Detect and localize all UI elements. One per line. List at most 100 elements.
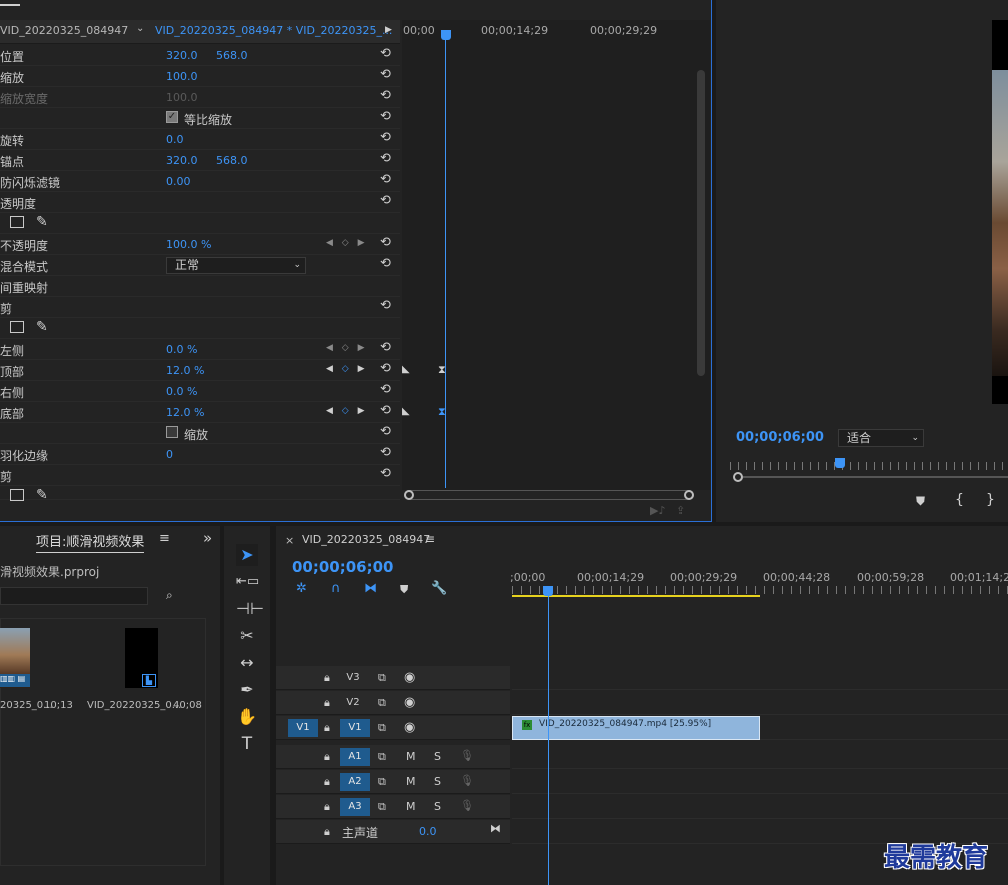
chevron-down-icon[interactable]: ⌄ (136, 23, 144, 34)
master-volume-value[interactable]: 0.0 (419, 825, 437, 838)
reset-icon[interactable]: ⟲ (380, 194, 394, 208)
mute-button[interactable]: M (406, 800, 416, 813)
track-target-v1[interactable]: V1 (340, 719, 370, 737)
track-target-a2[interactable]: A2 (340, 773, 370, 791)
source-clip-tab[interactable]: VID_20220325_084947.mp4 (0, 24, 128, 37)
linked-selection-icon[interactable]: ⧓ (364, 581, 377, 596)
sync-lock-icon[interactable]: ⧉ (378, 750, 386, 764)
pen-tool-icon[interactable]: ✒ (236, 679, 258, 701)
reset-icon[interactable]: ⟲ (380, 446, 394, 460)
track-select-tool-icon[interactable]: ⇤▭ (236, 571, 259, 593)
track-target-a3[interactable]: A3 (340, 798, 370, 816)
source-patch-v1[interactable]: V1 (288, 719, 318, 737)
reset-icon[interactable]: ⟲ (380, 257, 394, 271)
keyframe-marker[interactable]: ⧗ (438, 363, 446, 377)
play-triangle-icon[interactable]: ▶ (385, 25, 392, 35)
horizontal-zoom-scrollbar[interactable] (404, 490, 694, 500)
reset-icon[interactable]: ⟲ (380, 236, 394, 250)
sync-lock-icon[interactable]: ⧉ (378, 671, 386, 685)
play-audio-icon[interactable]: ▶♪ (650, 504, 665, 517)
snap-magnet-icon[interactable]: ∩ (331, 581, 341, 596)
reset-icon[interactable]: ⟲ (380, 383, 394, 397)
close-sequence-icon[interactable]: × (285, 534, 294, 547)
crop-zoom-checkbox[interactable] (166, 426, 178, 438)
reset-icon[interactable]: ⟲ (380, 152, 394, 166)
solo-button[interactable]: S (434, 800, 441, 813)
solo-button[interactable]: S (434, 775, 441, 788)
reset-icon[interactable]: ⟲ (380, 404, 394, 418)
reset-icon[interactable]: ⟲ (380, 173, 394, 187)
track-target-v3[interactable]: V3 (340, 669, 366, 687)
pen-mask-icon[interactable]: ✎ (36, 319, 48, 335)
marker-icon[interactable]: ⛊ (916, 494, 925, 509)
sync-lock-icon[interactable]: ⧉ (378, 800, 386, 814)
lock-icon[interactable]: 🔒︎ (324, 696, 330, 710)
microphone-icon[interactable]: 🎙︎ (460, 749, 474, 762)
anchor-y-value[interactable]: 568.0 (216, 154, 248, 167)
feather-value[interactable]: 0 (166, 448, 173, 461)
vertical-scrollbar[interactable] (697, 70, 705, 376)
type-tool-icon[interactable]: T (236, 733, 258, 755)
fit-dropdown[interactable]: 适合 ⌄ (838, 429, 924, 447)
track-lane-v3[interactable] (512, 666, 1008, 690)
export-icon[interactable]: ⇪ (676, 504, 685, 517)
timeline-ruler-ticks[interactable] (512, 586, 1008, 594)
reset-icon[interactable]: ⟲ (380, 68, 394, 82)
pen-mask-icon[interactable]: ✎ (36, 214, 48, 230)
track-lane-v2[interactable] (512, 691, 1008, 715)
selection-tool-icon[interactable]: ➤ (236, 544, 258, 566)
program-ruler[interactable] (730, 462, 1008, 470)
expand-icon[interactable]: » (203, 529, 212, 547)
slip-tool-icon[interactable]: ↔ (236, 652, 258, 674)
sequence-tab[interactable]: VID_20220325_084947 (302, 533, 430, 546)
blend-mode-dropdown[interactable]: 正常 ⌄ (166, 257, 306, 274)
lock-icon[interactable]: 🔒︎ (324, 775, 330, 789)
scale-value[interactable]: 100.0 (166, 70, 198, 83)
eye-icon[interactable]: ◉ (404, 720, 415, 735)
opacity-value[interactable]: 100.0 % (166, 238, 211, 251)
keyframe-nav[interactable]: ◀ ◇ ▶ (326, 238, 368, 248)
mute-button[interactable]: M (406, 775, 416, 788)
keyframe-marker[interactable]: ◣ (402, 406, 410, 417)
timeline-timecode[interactable]: 00;00;06;00 (292, 558, 394, 576)
lock-icon[interactable]: 🔒︎ (324, 721, 330, 735)
search-bin-icon[interactable]: ⌕ (166, 588, 173, 603)
effect-playhead-head[interactable] (441, 30, 451, 40)
crop-right-value[interactable]: 0.0 % (166, 385, 197, 398)
reset-icon[interactable]: ⟲ (380, 341, 394, 355)
solo-button[interactable]: S (434, 750, 441, 763)
anti-flicker-value[interactable]: 0.00 (166, 175, 191, 188)
keyframe-nav[interactable]: ◀ ◇ ▶ (326, 364, 368, 374)
crop-left-value[interactable]: 0.0 % (166, 343, 197, 356)
lock-icon[interactable]: 🔒︎ (324, 825, 330, 839)
sync-lock-icon[interactable]: ⧉ (378, 775, 386, 789)
sync-lock-icon[interactable]: ⧉ (378, 696, 386, 710)
ripple-edit-tool-icon[interactable]: ⊣⊢ (236, 598, 264, 620)
mark-in-button[interactable]: { (955, 492, 964, 508)
reset-icon[interactable]: ⟲ (380, 425, 394, 439)
mark-out-button[interactable]: } (986, 492, 995, 508)
position-y-value[interactable]: 568.0 (216, 49, 248, 62)
track-lane-a3[interactable] (512, 795, 1008, 819)
reset-icon[interactable]: ⟲ (380, 299, 394, 313)
microphone-icon[interactable]: 🎙︎ (460, 799, 474, 812)
pen-mask-icon[interactable]: ✎ (36, 487, 48, 503)
mute-button[interactable]: M (406, 750, 416, 763)
reset-icon[interactable]: ⟲ (380, 362, 394, 376)
eye-icon[interactable]: ◉ (404, 695, 415, 710)
rectangle-mask-icon[interactable] (10, 321, 24, 333)
project-search-input[interactable] (0, 587, 148, 605)
rectangle-mask-icon[interactable] (10, 216, 24, 228)
track-target-a1[interactable]: A1 (340, 748, 370, 766)
anchor-x-value[interactable]: 320.0 (166, 154, 198, 167)
keyframe-marker[interactable]: ◣ (402, 364, 410, 375)
keyframe-nav[interactable]: ◀ ◇ ▶ (326, 343, 368, 353)
microphone-icon[interactable]: 🎙︎ (460, 774, 474, 787)
sync-lock-icon[interactable]: ⧉ (378, 721, 386, 735)
crop-bottom-value[interactable]: 12.0 % (166, 406, 204, 419)
rectangle-mask-icon[interactable] (10, 489, 24, 501)
reset-icon[interactable]: ⟲ (380, 47, 394, 61)
position-x-value[interactable]: 320.0 (166, 49, 198, 62)
track-lane-a2[interactable] (512, 770, 1008, 794)
rotation-value[interactable]: 0.0 (166, 133, 184, 146)
